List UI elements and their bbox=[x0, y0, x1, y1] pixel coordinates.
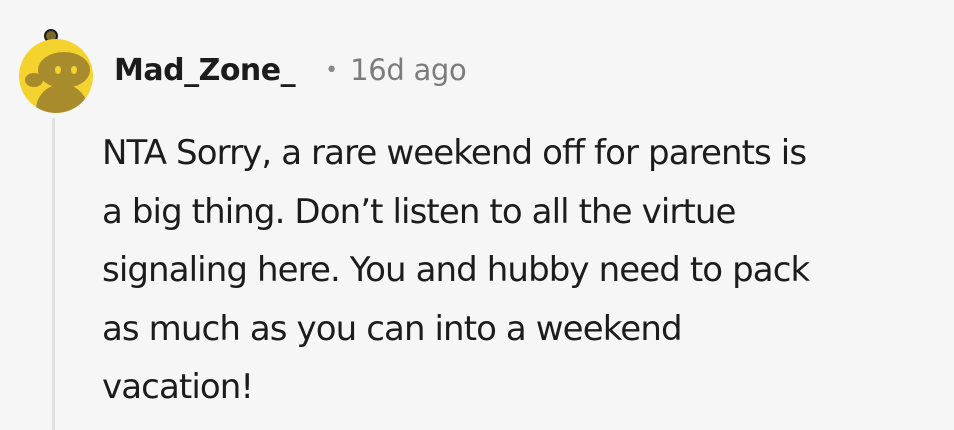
comment: Mad_Zone_ • 16d ago NTA Sorry, a rare we… bbox=[0, 0, 954, 430]
snoo-avatar-icon bbox=[19, 29, 93, 113]
comment-line: vacation! bbox=[102, 367, 254, 407]
timestamp[interactable]: 16d ago bbox=[350, 53, 467, 87]
username-link[interactable]: Mad_Zone_ bbox=[114, 53, 296, 88]
comment-body: NTA Sorry, a rare weekend off for parent… bbox=[102, 124, 942, 417]
comment-line: as much as you can into a weekend bbox=[102, 308, 683, 349]
thread-line[interactable] bbox=[52, 118, 55, 430]
comment-header: Mad_Zone_ • 16d ago bbox=[114, 48, 467, 92]
comment-line: signaling here. You and hubby need to pa… bbox=[102, 250, 810, 290]
comment-line: NTA Sorry, a rare weekend off for parent… bbox=[102, 133, 807, 173]
comment-line: a big thing. Don’t listen to all the vir… bbox=[102, 191, 736, 232]
avatar[interactable] bbox=[18, 18, 94, 114]
separator-dot: • bbox=[325, 57, 339, 83]
